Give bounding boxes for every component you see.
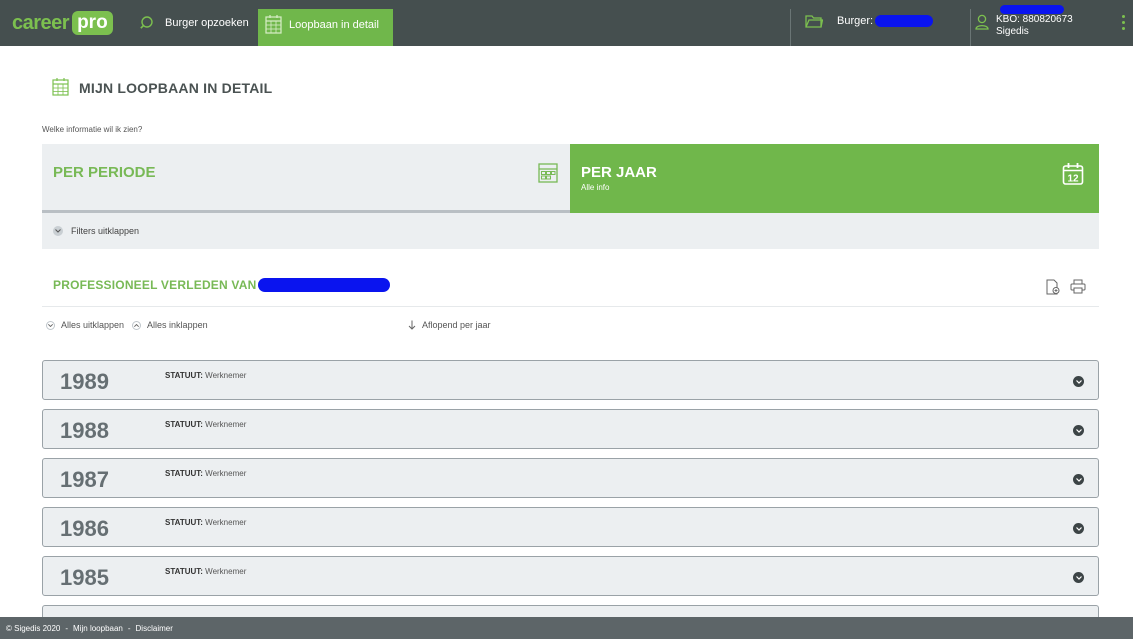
nav-loopbaan-in-detail[interactable]: Loopbaan in detail	[258, 9, 393, 46]
professional-history-title-text: PROFESSIONEEL VERLEDEN VAN	[53, 278, 257, 292]
year-status: STATUUT: Werknemer	[165, 567, 246, 576]
status-value: Werknemer	[205, 469, 247, 478]
year-status: STATUUT: Werknemer	[165, 469, 246, 478]
calendar-grid-icon	[265, 15, 282, 34]
header-divider	[970, 9, 971, 46]
status-label: STATUUT:	[165, 567, 203, 576]
year-row-1987[interactable]: 1987 STATUUT: Werknemer	[42, 458, 1099, 498]
status-value: Werknemer	[205, 567, 247, 576]
section-divider	[42, 306, 1099, 307]
page-title: MIJN LOOPBAAN IN DETAIL	[52, 78, 272, 97]
folder-icon	[805, 15, 823, 28]
option-per-jaar-label: PER JAAR	[581, 164, 657, 181]
chevron-down-icon[interactable]	[1073, 425, 1084, 436]
status-label: STATUUT:	[165, 469, 203, 478]
kbo-number: KBO: 880820673	[996, 14, 1073, 25]
calendar-period-icon	[538, 163, 558, 183]
year-status: STATUUT: Werknemer	[165, 371, 246, 380]
year-status: STATUUT: Werknemer	[165, 518, 246, 527]
professional-history-title: PROFESSIONEEL VERLEDEN VAN	[53, 278, 391, 292]
search-icon	[140, 16, 153, 29]
status-value: Werknemer	[205, 371, 247, 380]
footer-separator: -	[65, 623, 69, 633]
redacted-user-name	[1000, 5, 1064, 14]
status-value: Werknemer	[205, 518, 247, 527]
status-label: STATUUT:	[165, 420, 203, 429]
year-number: 1988	[60, 418, 109, 443]
chevron-down-icon[interactable]	[1073, 572, 1084, 583]
option-per-jaar[interactable]: PER JAAR Alle info 12	[570, 144, 1099, 213]
year-number: 1987	[60, 467, 109, 492]
print-icon[interactable]	[1070, 279, 1086, 300]
header-divider	[790, 9, 791, 46]
info-question: Welke informatie wil ik zien?	[42, 125, 143, 134]
calendar-day-number: 12	[1067, 174, 1079, 185]
option-per-jaar-subtitle: Alle info	[581, 183, 610, 192]
copyright-text: © Sigedis 2020	[6, 623, 61, 633]
user-account-info: KBO: 880820673 Sigedis	[996, 14, 1073, 38]
nav-burger-opzoeken[interactable]: Burger opzoeken	[140, 0, 259, 46]
year-row-1985[interactable]: 1985 STATUUT: Werknemer	[42, 556, 1099, 596]
logo-career-text: career	[12, 11, 70, 34]
year-list: 1989 STATUUT: Werknemer 1988 STATUUT: We…	[42, 360, 1099, 626]
chevron-down-icon	[46, 320, 55, 330]
year-number: 1989	[60, 369, 109, 394]
redacted-person-name	[258, 278, 391, 292]
status-label: STATUUT:	[165, 518, 203, 527]
nav-loopbaan-in-detail-label: Loopbaan in detail	[289, 19, 379, 31]
more-menu-icon[interactable]	[1120, 15, 1126, 33]
top-navigation-bar: career pro Burger opzoeken Loopbaan in d…	[0, 0, 1133, 46]
careerpro-logo[interactable]: career pro	[12, 8, 113, 38]
user-icon	[975, 14, 989, 30]
organisation-name: Sigedis	[996, 26, 1029, 37]
filters-toggle-label: Filters uitklappen	[71, 226, 140, 236]
user-account[interactable]: KBO: 880820673 Sigedis	[975, 14, 1073, 38]
chevron-down-icon[interactable]	[1073, 474, 1084, 485]
expand-all-button[interactable]: Alles uitklappen	[46, 320, 124, 330]
calendar-year-icon: 12	[1062, 163, 1084, 185]
expand-collapse-actions: Alles uitklappen Alles inklappen	[46, 320, 216, 330]
footer-link-mijn-loopbaan[interactable]: Mijn loopbaan	[73, 624, 123, 633]
footer-separator: -	[127, 623, 131, 633]
view-selector: PER PERIODE PER JAAR Alle info 12	[42, 144, 1099, 213]
burger-selector[interactable]: Burger:	[805, 14, 934, 28]
sort-descending-by-year[interactable]: Aflopend per jaar	[408, 320, 491, 330]
expand-all-label: Alles uitklappen	[61, 320, 125, 330]
redacted-burger-name	[875, 15, 934, 27]
status-value: Werknemer	[205, 420, 247, 429]
year-row-1988[interactable]: 1988 STATUUT: Werknemer	[42, 409, 1099, 449]
nav-burger-opzoeken-label: Burger opzoeken	[165, 17, 249, 29]
export-document-icon[interactable]	[1046, 279, 1060, 300]
year-status: STATUUT: Werknemer	[165, 420, 246, 429]
chevron-up-icon	[132, 320, 142, 330]
chevron-down-icon[interactable]	[1073, 376, 1084, 387]
collapse-all-button[interactable]: Alles inklappen	[132, 320, 208, 330]
footer-link-disclaimer[interactable]: Disclaimer	[136, 624, 173, 633]
collapse-all-label: Alles inklappen	[147, 320, 208, 330]
year-row-1986[interactable]: 1986 STATUUT: Werknemer	[42, 507, 1099, 547]
year-number: 1986	[60, 516, 109, 541]
option-per-periode-label: PER PERIODE	[53, 164, 156, 181]
logo-pro-text: pro	[72, 11, 113, 35]
year-row-partial[interactable]	[42, 605, 1099, 617]
sort-label: Aflopend per jaar	[422, 320, 491, 330]
toolbar	[1046, 279, 1086, 300]
filters-toggle[interactable]: Filters uitklappen	[42, 213, 1099, 249]
year-number: 1985	[60, 565, 109, 590]
chevron-down-icon	[53, 226, 63, 236]
calendar-grid-icon	[52, 78, 69, 96]
footer: © Sigedis 2020 - Mijn loopbaan - Disclai…	[0, 617, 1133, 639]
page-title-text: MIJN LOOPBAAN IN DETAIL	[79, 79, 273, 96]
option-per-periode[interactable]: PER PERIODE	[42, 144, 570, 213]
chevron-down-icon[interactable]	[1073, 523, 1084, 534]
arrow-down-icon	[408, 320, 416, 330]
status-label: STATUUT:	[165, 371, 203, 380]
burger-label: Burger:	[837, 15, 874, 27]
year-row-1989[interactable]: 1989 STATUUT: Werknemer	[42, 360, 1099, 400]
